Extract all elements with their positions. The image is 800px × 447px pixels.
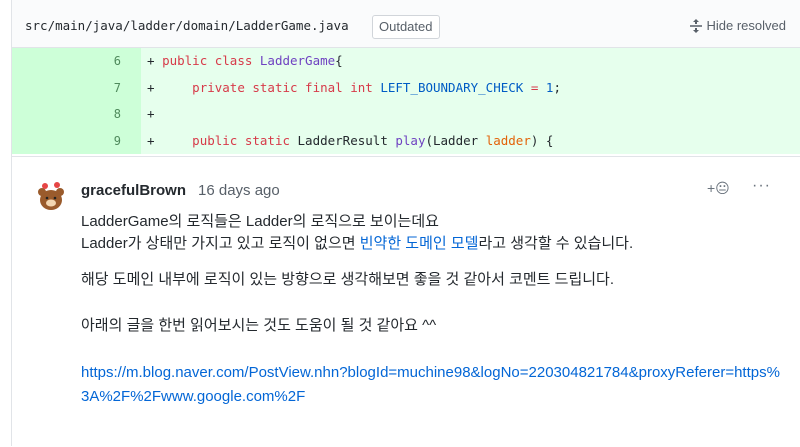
- code-token: LEFT_BOUNDARY_CHECK: [380, 79, 524, 95]
- code-token: =: [523, 79, 546, 95]
- code-token: ) {: [530, 132, 554, 148]
- code-token: public static: [192, 132, 298, 148]
- line-number[interactable]: 7: [12, 74, 141, 101]
- code-line: +: [141, 101, 800, 128]
- code-token: public class: [162, 53, 260, 68]
- anemic-domain-model-link[interactable]: 빈약한 도메인 모델: [360, 235, 479, 252]
- diff-prefix: +: [147, 53, 163, 68]
- code-line: + private static final int LEFT_BOUNDARY…: [141, 74, 800, 101]
- comment-line: Ladder가 상태만 가지고 있고 로직이 없으면 빈약한 도메인 모델라고 …: [81, 233, 781, 255]
- code-line: + public static LadderResult play(Ladder…: [141, 127, 800, 154]
- review-thread: src/main/java/ladder/domain/LadderGame.j…: [11, 0, 800, 447]
- diff-line: 6 + public class LadderGame{: [12, 48, 800, 75]
- diff-line: 9 + public static LadderResult play(Ladde…: [12, 127, 800, 154]
- code-token: LadderGame: [259, 53, 336, 68]
- diff-prefix: +: [147, 106, 163, 121]
- diff-line: 7 + private static final int LEFT_BOUNDAR…: [12, 74, 800, 101]
- file-header: src/main/java/ladder/domain/LadderGame.j…: [12, 0, 800, 48]
- diff-hunk: 6 + public class LadderGame{7 + private st…: [12, 48, 800, 154]
- code-token: ladder: [485, 132, 531, 148]
- code-token: LadderResult: [297, 132, 396, 148]
- add-reaction-button[interactable]: +😐: [707, 180, 730, 197]
- more-options-button[interactable]: ···: [752, 177, 771, 195]
- file-path-link[interactable]: src/main/java/ladder/domain/LadderGame.j…: [25, 18, 349, 33]
- line-number[interactable]: 6: [12, 48, 141, 75]
- line-number[interactable]: 9: [12, 127, 141, 154]
- comment-paragraph: 해당 도메인 내부에 로직이 있는 방향으로 생각해보면 좋을 것 같아서 코멘…: [81, 271, 615, 288]
- hide-resolved-label: Hide resolved: [706, 18, 787, 33]
- comment-author[interactable]: gracefulBrown: [81, 182, 186, 199]
- code-token: (Ladder: [425, 132, 486, 148]
- outdated-badge: Outdated: [372, 15, 440, 39]
- comment-body: LadderGame의 로직들은 Ladder의 로직으로 보이는데요 Ladd…: [81, 211, 781, 409]
- code-token: ;: [553, 79, 561, 95]
- blog-post-link[interactable]: https://m.blog.naver.com/PostView.nhn?bl…: [81, 361, 781, 409]
- review-comment: gracefulBrown 16 days ago +😐 ··· LadderG…: [12, 156, 800, 447]
- hide-resolved-button[interactable]: Hide resolved: [689, 15, 787, 37]
- diff-prefix: +: [147, 79, 163, 95]
- code-token: private static final int: [192, 79, 381, 95]
- unfold-icon: [689, 18, 702, 33]
- code-line: + public class LadderGame{: [141, 48, 800, 75]
- code-token: play: [395, 132, 426, 148]
- comment-paragraph: 아래의 글을 한번 읽어보시는 것도 도움이 될 것 같아요 ^^: [81, 317, 437, 334]
- comment-timestamp[interactable]: 16 days ago: [198, 182, 280, 199]
- code-token: {: [335, 53, 343, 68]
- avatar[interactable]: [35, 181, 67, 213]
- comment-text: Ladder가 상태만 가지고 있고 로직이 없으면: [81, 235, 360, 252]
- diff-prefix: +: [147, 132, 163, 148]
- comment-text: 라고 생각할 수 있습니다.: [478, 235, 634, 252]
- line-number[interactable]: 8: [12, 101, 141, 128]
- diff-line: 8 +: [12, 101, 800, 128]
- comment-line: LadderGame의 로직들은 Ladder의 로직으로 보이는데요: [81, 213, 439, 230]
